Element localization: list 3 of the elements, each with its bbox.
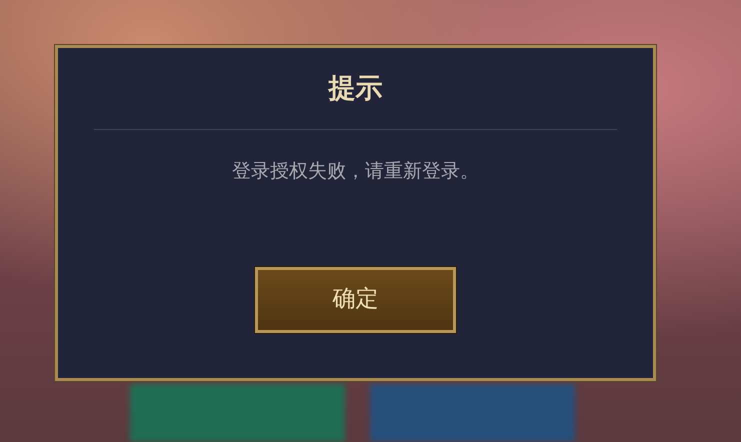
dialog-title: 提示 [328,73,382,104]
confirm-button[interactable]: 确定 [255,266,456,332]
dialog-message: 登录授权失败，请重新登录。 [232,160,479,182]
